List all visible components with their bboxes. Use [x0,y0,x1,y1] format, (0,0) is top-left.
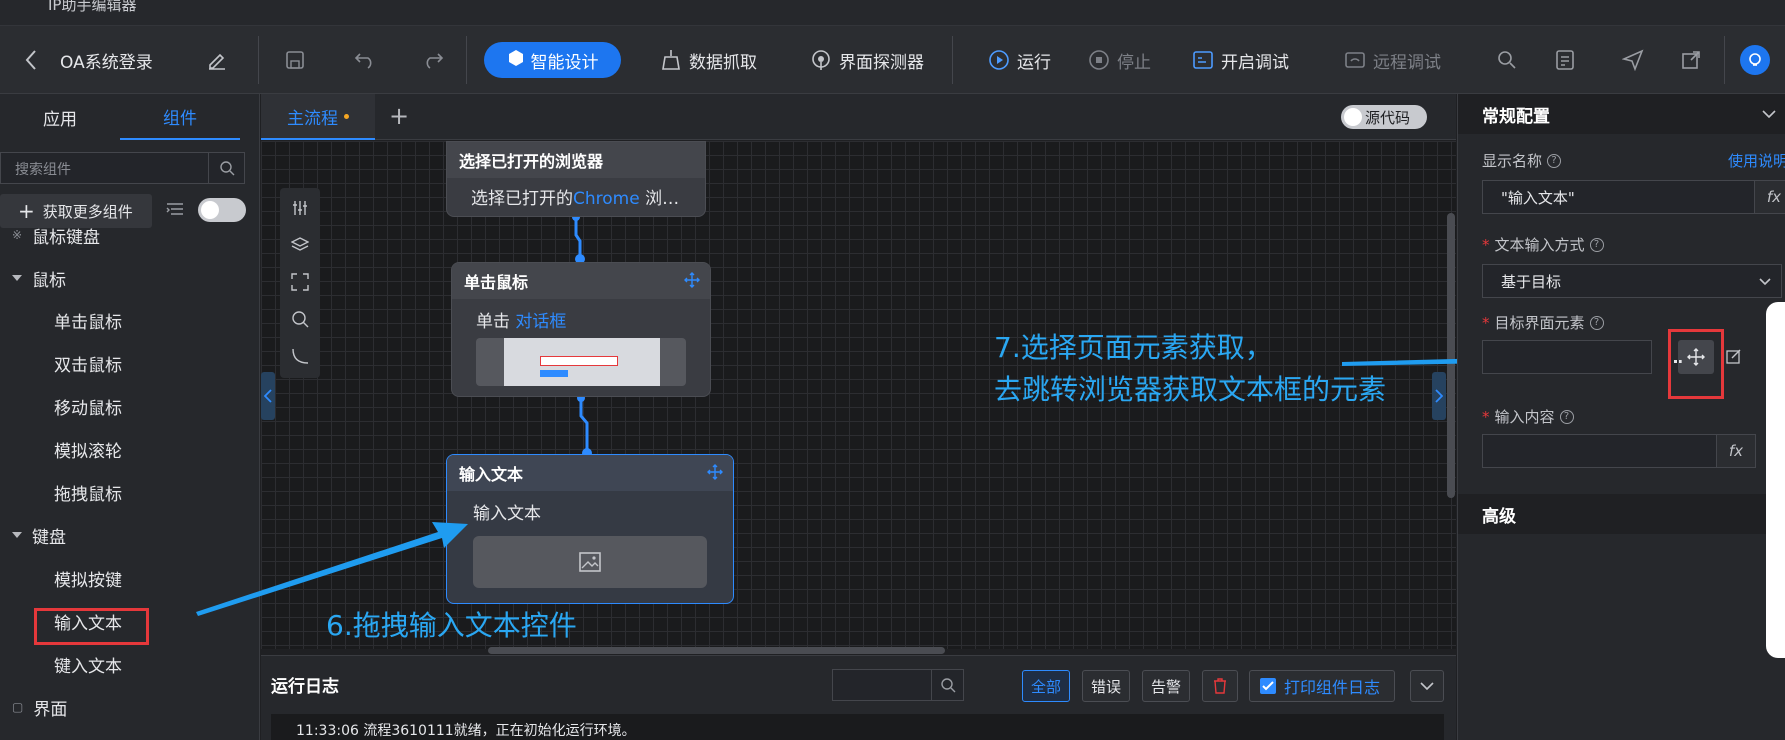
log-filter-warning[interactable]: 告警 [1142,670,1190,702]
usage-link[interactable]: 使用说明 [1728,150,1785,171]
target-element-label: * 目标界面元素? [1482,312,1604,333]
input-mode-label: * 文本输入方式? [1482,234,1604,255]
help-icon: ? [1547,153,1562,168]
section-general-label: 常规配置 [1482,106,1550,127]
ellipsis-icon [1674,360,1682,363]
help-icon: ? [1559,409,1574,424]
checkbox-checked-icon [1260,678,1276,694]
input-content-fx-button[interactable]: fx [1716,434,1756,468]
target-element-input[interactable] [1482,340,1652,374]
chevron-down-icon [1759,278,1771,286]
annotation-step-6: 6.拖拽输入文本控件 [326,609,577,642]
annotation-step-7-line2: 去跳转浏览器获取文本框的元素 [994,373,1387,406]
section-advanced-label: 高级 [1482,506,1516,527]
display-name-input[interactable]: "输入文本" [1482,180,1762,214]
log-search-input[interactable] [832,669,964,701]
log-collapse-button[interactable] [1410,670,1444,702]
input-content-label: * 输入内容? [1482,406,1574,427]
input-mode-value: 基于目标 [1501,272,1562,291]
input-mode-select[interactable]: 基于目标 [1482,264,1782,298]
chevron-down-icon [1762,110,1776,118]
run-log-title: 运行日志 [271,677,339,697]
input-content-field[interactable] [1482,434,1718,468]
display-name-label: 显示名称? [1482,150,1562,171]
annotation-step-7-line1: 7.选择页面元素获取， [994,331,1273,364]
log-entry: 11:33:06 流程3610111就绪，正在初始化运行环境。 [271,714,1444,740]
pick-element-highlight-box [1668,329,1724,399]
edit-icon[interactable] [1726,348,1742,368]
help-icon: ? [1589,315,1604,330]
display-name-fx-button[interactable]: fx [1754,180,1785,214]
chevron-down-icon [1420,682,1434,690]
help-icon: ? [1589,237,1604,252]
log-filter-error[interactable]: 错误 [1082,670,1130,702]
floating-side-toolbar[interactable] [1766,302,1785,658]
section-advanced[interactable]: 高级 [1458,494,1785,534]
trash-icon [1214,678,1226,694]
clear-log-button[interactable] [1202,670,1238,702]
section-general-config[interactable]: 常规配置 [1458,94,1785,134]
log-filter-all[interactable]: 全部 [1022,670,1070,702]
properties-panel: 常规配置 显示名称? 使用说明 "输入文本" fx * 文本输入方式? 基于目标 … [1457,94,1785,740]
print-component-log-checkbox[interactable]: 打印组件日志 [1249,670,1395,702]
print-log-label: 打印组件日志 [1284,678,1381,697]
search-icon[interactable] [931,670,963,700]
run-log-panel: 运行日志 全部 错误 告警 打印组件日志 11:33:06 流程3610111就… [261,655,1456,740]
